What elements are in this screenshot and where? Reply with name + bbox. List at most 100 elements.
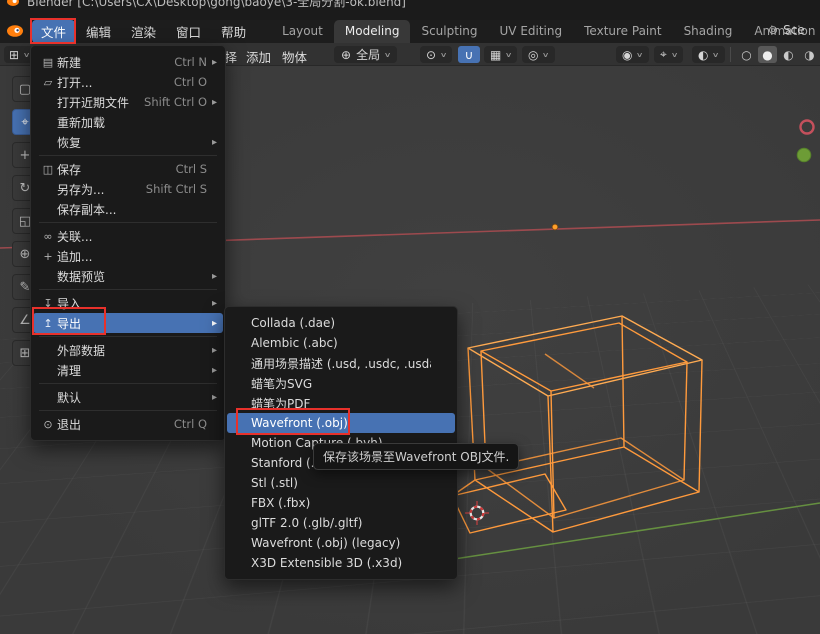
object-menu[interactable]: 物体 bbox=[282, 47, 307, 66]
file-menu-item-new[interactable]: ▤新建Ctrl N▸ bbox=[31, 52, 225, 72]
submenu-arrow-icon: ▸ bbox=[207, 392, 217, 403]
import-icon: ↧ bbox=[39, 297, 57, 310]
submenu-arrow-icon: ▸ bbox=[207, 365, 217, 376]
file-menu-item-open[interactable]: ▱打开...Ctrl O bbox=[31, 72, 225, 92]
submenu-arrow-icon: ▸ bbox=[207, 318, 217, 329]
file-menu-item-clean-up[interactable]: 清理▸ bbox=[31, 360, 225, 380]
menubar: 文件编辑渲染窗口帮助 LayoutModelingSculptingUV Edi… bbox=[0, 20, 820, 43]
toolbar-divider bbox=[730, 47, 731, 62]
overlays-icon: ◐ bbox=[698, 48, 708, 62]
file-menu-item-label: 默认 bbox=[57, 389, 199, 406]
shading-rendered-button[interactable]: ◑ bbox=[800, 46, 819, 63]
annotate-tool-icon: ✎ bbox=[20, 280, 31, 295]
3d-cursor[interactable] bbox=[465, 501, 489, 525]
export-menu-item-wavefront-obj-legacy[interactable]: Wavefront (.obj) (legacy) bbox=[225, 533, 457, 553]
file-menu-item-label: 关联... bbox=[57, 228, 199, 245]
chevron-down-icon: ∨ bbox=[384, 51, 392, 59]
proportional-edit-dropdown[interactable]: ◎ ∨ bbox=[522, 46, 555, 63]
tab-texture-paint[interactable]: Texture Paint bbox=[573, 20, 672, 43]
export-menu-item-alembic[interactable]: Alembic (.abc) bbox=[225, 333, 457, 353]
file-menu-item-save-as[interactable]: 另存为...Shift Ctrl S bbox=[31, 179, 225, 199]
shading-solid-button[interactable]: ● bbox=[758, 46, 777, 63]
gizmo-axis-x-negative[interactable] bbox=[801, 121, 814, 134]
tab-uv-editing[interactable]: UV Editing bbox=[489, 20, 574, 43]
file-menu-item-recover[interactable]: 恢复▸ bbox=[31, 132, 225, 152]
chevron-down-icon: ∨ bbox=[505, 51, 513, 59]
tab-sculpting[interactable]: Sculpting bbox=[410, 20, 488, 43]
overlays-dropdown[interactable]: ◐ ∨ bbox=[692, 46, 725, 63]
chevron-down-icon: ∨ bbox=[542, 51, 550, 59]
scene-selector-label: Sce bbox=[783, 23, 805, 37]
file-menu-panel: ▤新建Ctrl N▸▱打开...Ctrl O打开近期文件Shift Ctrl O… bbox=[30, 45, 226, 441]
gizmo-dropdown[interactable]: ⌖ ∨ bbox=[654, 46, 683, 63]
chevron-down-icon: ∨ bbox=[670, 51, 678, 59]
blender-logo-icon bbox=[6, 0, 20, 7]
object-origin-dot bbox=[552, 224, 558, 230]
file-menu-item-export[interactable]: ↥导出▸ bbox=[33, 313, 223, 333]
file-menu-separator bbox=[39, 222, 217, 223]
add-menu[interactable]: 添加 bbox=[246, 47, 271, 66]
tab-modeling[interactable]: Modeling bbox=[334, 20, 411, 43]
export-menu-item-stl[interactable]: Stl (.stl) bbox=[225, 473, 457, 493]
file-menu-item-link[interactable]: ∞关联... bbox=[31, 226, 225, 246]
shading-wireframe-button[interactable]: ○ bbox=[737, 46, 756, 63]
export-menu-item-gltf[interactable]: glTF 2.0 (.glb/.gltf) bbox=[225, 513, 457, 533]
file-menu-separator bbox=[39, 289, 217, 290]
file-menu-item-save[interactable]: ◫保存Ctrl S bbox=[31, 159, 225, 179]
submenu-arrow-icon: ▸ bbox=[207, 57, 217, 68]
export-menu-item-grease-pencil-pdf[interactable]: 蜡笔为PDF bbox=[225, 393, 457, 413]
snap-magnet-icon: ∪ bbox=[465, 48, 474, 62]
export-menu-item-wavefront-obj[interactable]: Wavefront (.obj) bbox=[227, 413, 455, 433]
export-menu-item-fbx[interactable]: FBX (.fbx) bbox=[225, 493, 457, 513]
proportional-edit-icon: ◎ bbox=[528, 48, 538, 62]
transform-orientation-dropdown[interactable]: ⊕ 全局 ∨ bbox=[334, 46, 397, 63]
menubar-help[interactable]: 帮助 bbox=[212, 20, 255, 43]
file-menu-item-defaults[interactable]: 默认 ▸ bbox=[31, 387, 225, 407]
snap-toggle-button[interactable]: ∪ bbox=[458, 46, 480, 63]
file-menu-item-label: 追加... bbox=[57, 248, 199, 265]
editor-type-icon: ⊞ bbox=[9, 48, 19, 62]
export-menu-item-grease-pencil-svg[interactable]: 蜡笔为SVG bbox=[225, 373, 457, 393]
selected-object-wireframe[interactable] bbox=[452, 316, 702, 533]
pivot-point-dropdown[interactable]: ⊙ ∨ bbox=[420, 46, 452, 63]
file-menu-item-append[interactable]: +追加... bbox=[31, 246, 225, 266]
menubar-file[interactable]: 文件 bbox=[32, 20, 75, 43]
tab-layout[interactable]: Layout bbox=[271, 20, 334, 43]
menubar-render[interactable]: 渲染 bbox=[122, 20, 165, 43]
export-menu-item-label: Wavefront (.obj) bbox=[251, 416, 431, 430]
export-menu-item-label: 通用场景描述 (.usd, .usdc, .usda) bbox=[251, 355, 431, 372]
shading-material-button[interactable]: ◐ bbox=[779, 46, 798, 63]
export-menu-item-x3d[interactable]: X3D Extensible 3D (.x3d) bbox=[225, 553, 457, 573]
export-menu-item-usd[interactable]: 通用场景描述 (.usd, .usdc, .usda) bbox=[225, 353, 457, 373]
file-menu-item-quit[interactable]: ⊙退出Ctrl Q bbox=[31, 414, 225, 434]
visibility-icon: ◉ bbox=[622, 48, 632, 62]
menubar-edit[interactable]: 编辑 bbox=[77, 20, 120, 43]
scene-selector[interactable]: ⊚ Sce bbox=[768, 23, 820, 37]
file-menu-item-label: 重新加载 bbox=[57, 114, 199, 131]
file-menu-item-external-data[interactable]: 外部数据▸ bbox=[31, 340, 225, 360]
shading-solid-icon: ● bbox=[762, 48, 772, 62]
gizmo-axis-y[interactable] bbox=[797, 148, 811, 162]
blender-app-icon[interactable] bbox=[6, 24, 26, 40]
export-menu-item-collada[interactable]: Collada (.dae) bbox=[225, 313, 457, 333]
shading-material-icon: ◐ bbox=[783, 48, 793, 62]
menubar-window[interactable]: 窗口 bbox=[167, 20, 210, 43]
file-menu-item-revert[interactable]: 重新加载 bbox=[31, 112, 225, 132]
export-menu-item-label: Collada (.dae) bbox=[251, 316, 431, 330]
file-menu-item-open-recent[interactable]: 打开近期文件Shift Ctrl O▸ bbox=[31, 92, 225, 112]
shading-wireframe-icon: ○ bbox=[741, 48, 751, 62]
shortcut-text: Ctrl O bbox=[174, 75, 207, 89]
tooltip: 保存该场景至Wavefront OBJ文件. bbox=[313, 443, 519, 470]
workspace-tabs: LayoutModelingSculptingUV EditingTexture… bbox=[271, 20, 820, 43]
folder-open-icon: ▱ bbox=[39, 76, 57, 89]
export-menu-item-label: FBX (.fbx) bbox=[251, 496, 431, 510]
snap-target-dropdown[interactable]: ▦ ∨ bbox=[484, 46, 517, 63]
file-menu-item-save-copy[interactable]: 保存副本... bbox=[31, 199, 225, 219]
export-menu-item-label: Alembic (.abc) bbox=[251, 336, 431, 350]
visibility-dropdown[interactable]: ◉ ∨ bbox=[616, 46, 649, 63]
tab-shading[interactable]: Shading bbox=[673, 20, 744, 43]
file-menu-item-data-previews[interactable]: 数据预览▸ bbox=[31, 266, 225, 286]
scene-icon: ⊚ bbox=[768, 23, 778, 37]
export-menu-item-label: Wavefront (.obj) (legacy) bbox=[251, 536, 431, 550]
file-menu-item-import[interactable]: ↧导入▸ bbox=[31, 293, 225, 313]
